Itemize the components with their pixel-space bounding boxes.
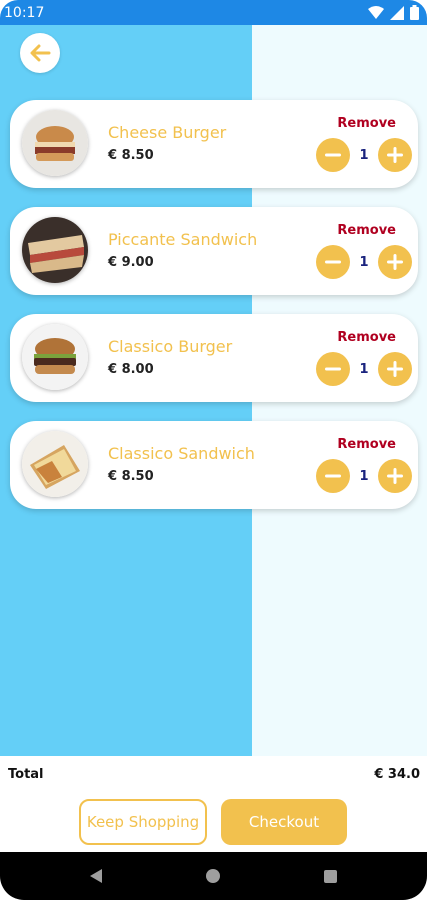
cart-list: Cheese Burger € 8.50 Remove 1 Piccante S… — [10, 100, 418, 528]
app-screen: 10:17 Cheese Burger € 8.50 Remove 1 Picc… — [0, 0, 427, 900]
item-price: € 8.50 — [108, 469, 154, 484]
minus-icon — [325, 474, 341, 478]
quantity-stepper: 1 — [316, 138, 412, 172]
item-price: € 8.50 — [108, 148, 154, 163]
plus-icon — [387, 147, 403, 163]
wifi-icon — [368, 5, 384, 19]
decrease-button[interactable] — [316, 352, 350, 386]
item-price: € 8.00 — [108, 362, 154, 377]
quantity-value: 1 — [359, 254, 369, 270]
remove-button[interactable]: Remove — [337, 116, 396, 131]
decrease-button[interactable] — [316, 459, 350, 493]
cart-item: Cheese Burger € 8.50 Remove 1 — [10, 100, 418, 188]
piccante-sandwich-image — [22, 217, 88, 283]
plus-icon — [387, 468, 403, 484]
plus-icon — [387, 254, 403, 270]
increase-button[interactable] — [378, 459, 412, 493]
decrease-button[interactable] — [316, 245, 350, 279]
decrease-button[interactable] — [316, 138, 350, 172]
increase-button[interactable] — [378, 245, 412, 279]
nav-back-icon[interactable] — [90, 869, 102, 883]
checkout-button[interactable]: Checkout — [221, 799, 347, 845]
cheese-burger-image — [22, 110, 88, 176]
quantity-stepper: 1 — [316, 459, 412, 493]
back-button[interactable] — [20, 33, 60, 73]
plus-icon — [387, 361, 403, 377]
nav-recent-apps-icon[interactable] — [324, 869, 337, 883]
arrow-left-icon — [30, 44, 51, 62]
item-name: Classico Burger — [108, 337, 233, 356]
classico-burger-image — [22, 324, 88, 390]
total-bar: Total € 34.0 — [0, 756, 427, 792]
remove-button[interactable]: Remove — [337, 437, 396, 452]
minus-icon — [325, 367, 341, 371]
increase-button[interactable] — [378, 138, 412, 172]
quantity-value: 1 — [359, 468, 369, 484]
status-bar: 10:17 — [0, 0, 427, 25]
total-label: Total — [8, 766, 44, 782]
battery-icon — [410, 5, 419, 20]
quantity-value: 1 — [359, 361, 369, 377]
remove-button[interactable]: Remove — [337, 223, 396, 238]
system-navigation-bar — [0, 852, 427, 900]
status-time: 10:17 — [4, 4, 45, 21]
keep-shopping-button[interactable]: Keep Shopping — [79, 799, 207, 845]
cart-item: Piccante Sandwich € 9.00 Remove 1 — [10, 207, 418, 295]
item-name: Cheese Burger — [108, 123, 227, 142]
nav-home-icon[interactable] — [206, 869, 220, 883]
increase-button[interactable] — [378, 352, 412, 386]
cart-item: Classico Burger € 8.00 Remove 1 — [10, 314, 418, 402]
signal-icon — [390, 5, 404, 20]
status-icons — [368, 5, 419, 20]
item-name: Piccante Sandwich — [108, 230, 258, 249]
minus-icon — [325, 260, 341, 264]
quantity-stepper: 1 — [316, 245, 412, 279]
item-price: € 9.00 — [108, 255, 154, 270]
quantity-value: 1 — [359, 147, 369, 163]
minus-icon — [325, 153, 341, 157]
total-value: € 34.0 — [374, 766, 420, 782]
remove-button[interactable]: Remove — [337, 330, 396, 345]
classico-sandwich-image — [22, 431, 88, 497]
item-name: Classico Sandwich — [108, 444, 255, 463]
cart-item: Classico Sandwich € 8.50 Remove 1 — [10, 421, 418, 509]
quantity-stepper: 1 — [316, 352, 412, 386]
